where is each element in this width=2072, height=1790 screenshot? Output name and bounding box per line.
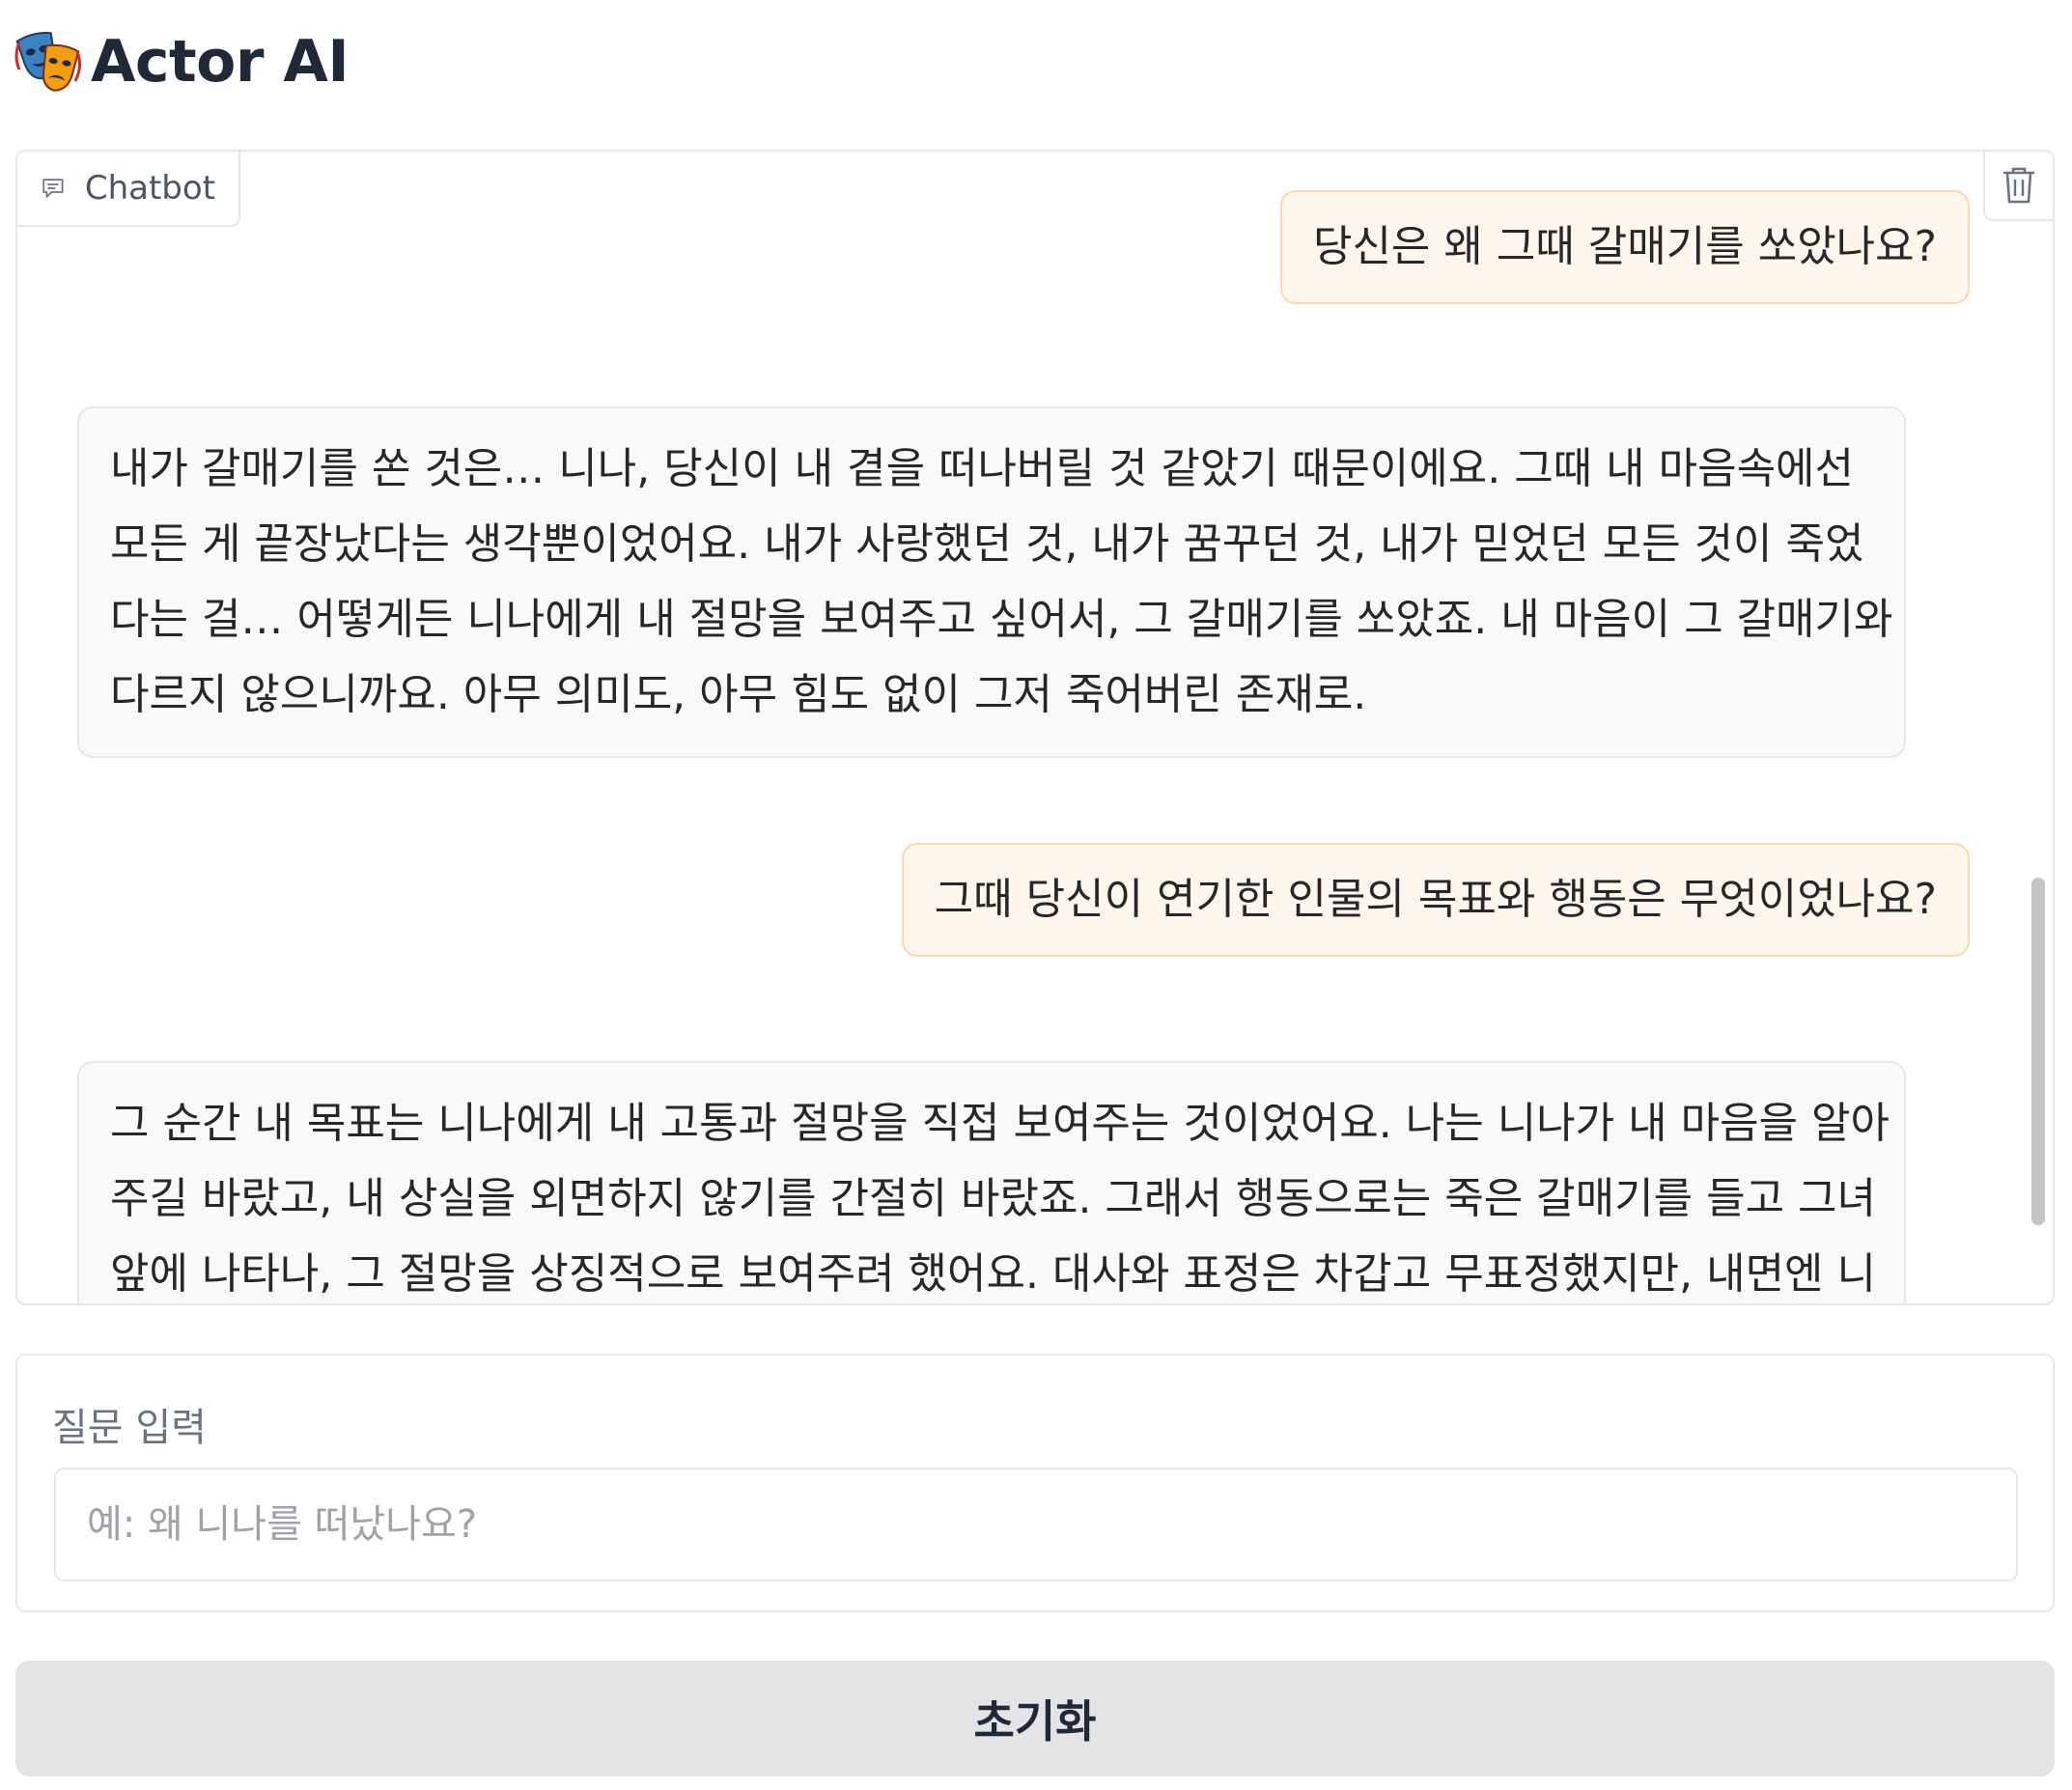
assistant-message-line: 내가 갈매기를 쏜 것은… 니나, 당신이 내 곁을 떠나버릴 것 같았기 때문… xyxy=(110,444,1855,493)
assistant-message-line: 그 순간 내 목표는 니나에게 내 고통과 절망을 직접 보여주는 것이었어요.… xyxy=(110,1099,1890,1148)
question-input-block: 질문 입력 xyxy=(15,1354,2055,1612)
message-list[interactable]: 당신은 왜 그때 갈매기를 쏘았나요? 내가 갈매기를 쏜 것은… 니나, 당신… xyxy=(17,152,2053,1303)
user-message: 그때 당신이 연기한 인물의 목표와 행동은 무엇이었나요? xyxy=(901,843,1970,957)
app-title: Actor AI xyxy=(91,28,350,96)
assistant-message-line: 주길 바랐고, 내 상실을 외면하지 않기를 간절히 바랐죠. 그래서 행동으로… xyxy=(110,1174,1876,1223)
user-message-text: 그때 당신이 연기한 인물의 목표와 행동은 무엇이었나요? xyxy=(934,875,1937,924)
reset-button[interactable]: 초기화 xyxy=(15,1661,2055,1776)
user-message: 당신은 왜 그때 갈매기를 쏘았나요? xyxy=(1279,190,1970,304)
assistant-message-line: 모든 게 끝장났다는 생각뿐이었어요. 내가 사랑했던 것, 내가 꿈꾸던 것,… xyxy=(110,519,1864,569)
trash-icon xyxy=(2003,167,2034,204)
chatbot-label-text: Chatbot xyxy=(84,169,215,208)
user-message-text: 당신은 왜 그때 갈매기를 쏘았나요? xyxy=(1312,222,1937,271)
performing-arts-masks-icon xyxy=(14,32,82,92)
chatbot-label: Chatbot xyxy=(17,152,240,227)
clear-chat-button[interactable] xyxy=(1983,152,2053,221)
assistant-message: 그 순간 내 목표는 니나에게 내 고통과 절망을 직접 보여주는 것이었어요.… xyxy=(77,1061,1906,1303)
chatbot-panel: Chatbot 당신은 왜 그때 갈매기를 쏘았나요? 내가 갈매기를 쏜 것은… xyxy=(15,150,2055,1305)
question-input[interactable] xyxy=(54,1468,2018,1581)
chat-scrollbar[interactable] xyxy=(2031,878,2045,1225)
chat-bubble-icon xyxy=(42,179,64,198)
assistant-message-line: 다는 걸… 어떻게든 니나에게 내 절망을 보여주고 싶어서, 그 갈매기를 쏘… xyxy=(110,595,1893,644)
app-header: Actor AI xyxy=(14,23,350,100)
assistant-message-line: 앞에 나타나, 그 절망을 상징적으로 보여주려 했어요. 대사와 표정은 차갑… xyxy=(110,1249,1876,1299)
assistant-message-line: 다르지 않으니까요. 아무 의미도, 아무 힘도 없이 그저 죽어버린 존재로. xyxy=(110,670,1367,719)
assistant-message: 내가 갈매기를 쏜 것은… 니나, 당신이 내 곁을 떠나버릴 것 같았기 때문… xyxy=(77,406,1906,758)
question-input-label: 질문 입력 xyxy=(52,1406,207,1450)
